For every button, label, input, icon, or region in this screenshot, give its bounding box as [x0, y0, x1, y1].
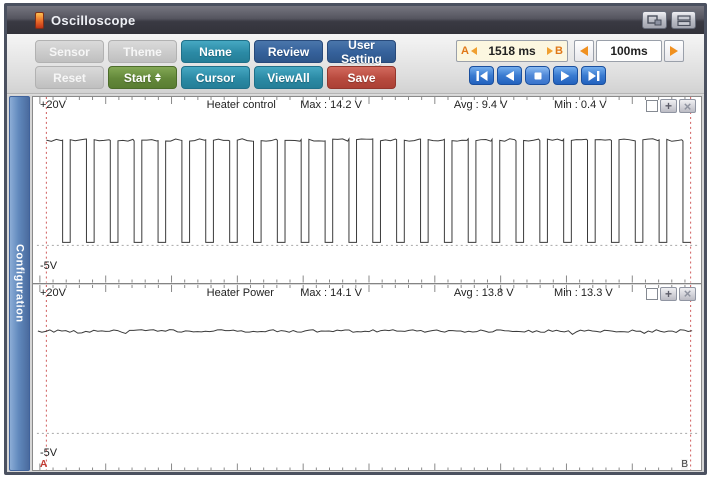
- cursor-button[interactable]: Cursor: [181, 66, 250, 89]
- play-button[interactable]: [553, 66, 578, 85]
- marker-a-label: A: [461, 45, 469, 57]
- sensor-button[interactable]: Sensor: [35, 40, 104, 63]
- close-channel-button[interactable]: ×: [679, 99, 696, 113]
- channel-select-checkbox[interactable]: [646, 287, 658, 300]
- y-min-label: -5V: [40, 447, 58, 459]
- start-button-label: Start: [123, 70, 152, 85]
- titlebar[interactable]: Oscilloscope: [7, 6, 704, 34]
- marker-b-label: B: [555, 45, 563, 57]
- left-arrow-icon: [580, 46, 588, 56]
- reset-button[interactable]: Reset: [35, 66, 104, 89]
- name-button[interactable]: Name: [181, 40, 250, 63]
- goto-b-icon[interactable]: [547, 47, 554, 55]
- timebase-value[interactable]: 100ms: [596, 40, 662, 62]
- waveform-canvas[interactable]: [33, 97, 701, 283]
- skip-to-end-icon: [588, 70, 599, 81]
- tile-windows-button[interactable]: [671, 11, 696, 29]
- waveform-canvas[interactable]: [33, 284, 701, 471]
- app-window: Oscilloscope Sensor Theme Name Review Us…: [4, 3, 707, 475]
- viewall-button[interactable]: ViewAll: [254, 66, 323, 89]
- configuration-tab[interactable]: Configuration: [9, 96, 30, 471]
- start-spinner-icon: [155, 73, 162, 82]
- goto-a-icon[interactable]: [470, 47, 477, 55]
- save-button[interactable]: Save: [327, 66, 396, 89]
- cursor-a-marker[interactable]: A: [40, 459, 47, 470]
- timebase-increase-button[interactable]: [664, 40, 684, 62]
- float-window-icon: [647, 14, 662, 25]
- play-icon: [561, 70, 570, 81]
- scope-channel-2: +20V Heater Power Max : 14.1 V Avg : 13.…: [33, 282, 701, 471]
- ab-range-value: 1518 ms: [488, 44, 536, 58]
- right-arrow-icon: [670, 46, 678, 56]
- playback-controls: [469, 66, 688, 85]
- expand-channel-button[interactable]: +: [660, 99, 677, 113]
- timebase-decrease-button[interactable]: [574, 40, 594, 62]
- time-controls: A 1518 ms B 100ms: [456, 40, 688, 85]
- window-title: Oscilloscope: [51, 12, 136, 28]
- ab-range-box: A 1518 ms B: [456, 40, 568, 62]
- float-window-button[interactable]: [642, 11, 667, 29]
- skip-to-end-button[interactable]: [581, 66, 606, 85]
- y-min-label: -5V: [40, 259, 58, 272]
- skip-to-start-icon: [476, 70, 487, 81]
- cursor-b-marker[interactable]: B: [681, 459, 688, 470]
- step-back-icon: [505, 70, 514, 81]
- review-button[interactable]: Review: [254, 40, 323, 63]
- app-icon: [35, 11, 44, 29]
- theme-button[interactable]: Theme: [108, 40, 177, 63]
- scope-channel-1: +20V Heater control Max : 14.2 V Avg : 9…: [33, 97, 701, 283]
- channel-select-checkbox[interactable]: [646, 100, 658, 112]
- skip-to-start-button[interactable]: [469, 66, 494, 85]
- tile-windows-icon: [676, 14, 691, 26]
- step-back-button[interactable]: [497, 66, 522, 85]
- stop-button[interactable]: [525, 66, 550, 85]
- start-button[interactable]: Start: [108, 66, 177, 89]
- stop-icon: [534, 72, 541, 79]
- close-channel-button[interactable]: ×: [679, 286, 696, 301]
- scope-area: Configuration +20V Heater control Max : …: [7, 95, 704, 472]
- user-setting-button[interactable]: User Setting: [327, 38, 396, 66]
- expand-channel-button[interactable]: +: [660, 286, 677, 301]
- toolbar: Sensor Theme Name Review User Setting Re…: [7, 34, 704, 94]
- channels-container: +20V Heater control Max : 14.2 V Avg : 9…: [32, 96, 702, 471]
